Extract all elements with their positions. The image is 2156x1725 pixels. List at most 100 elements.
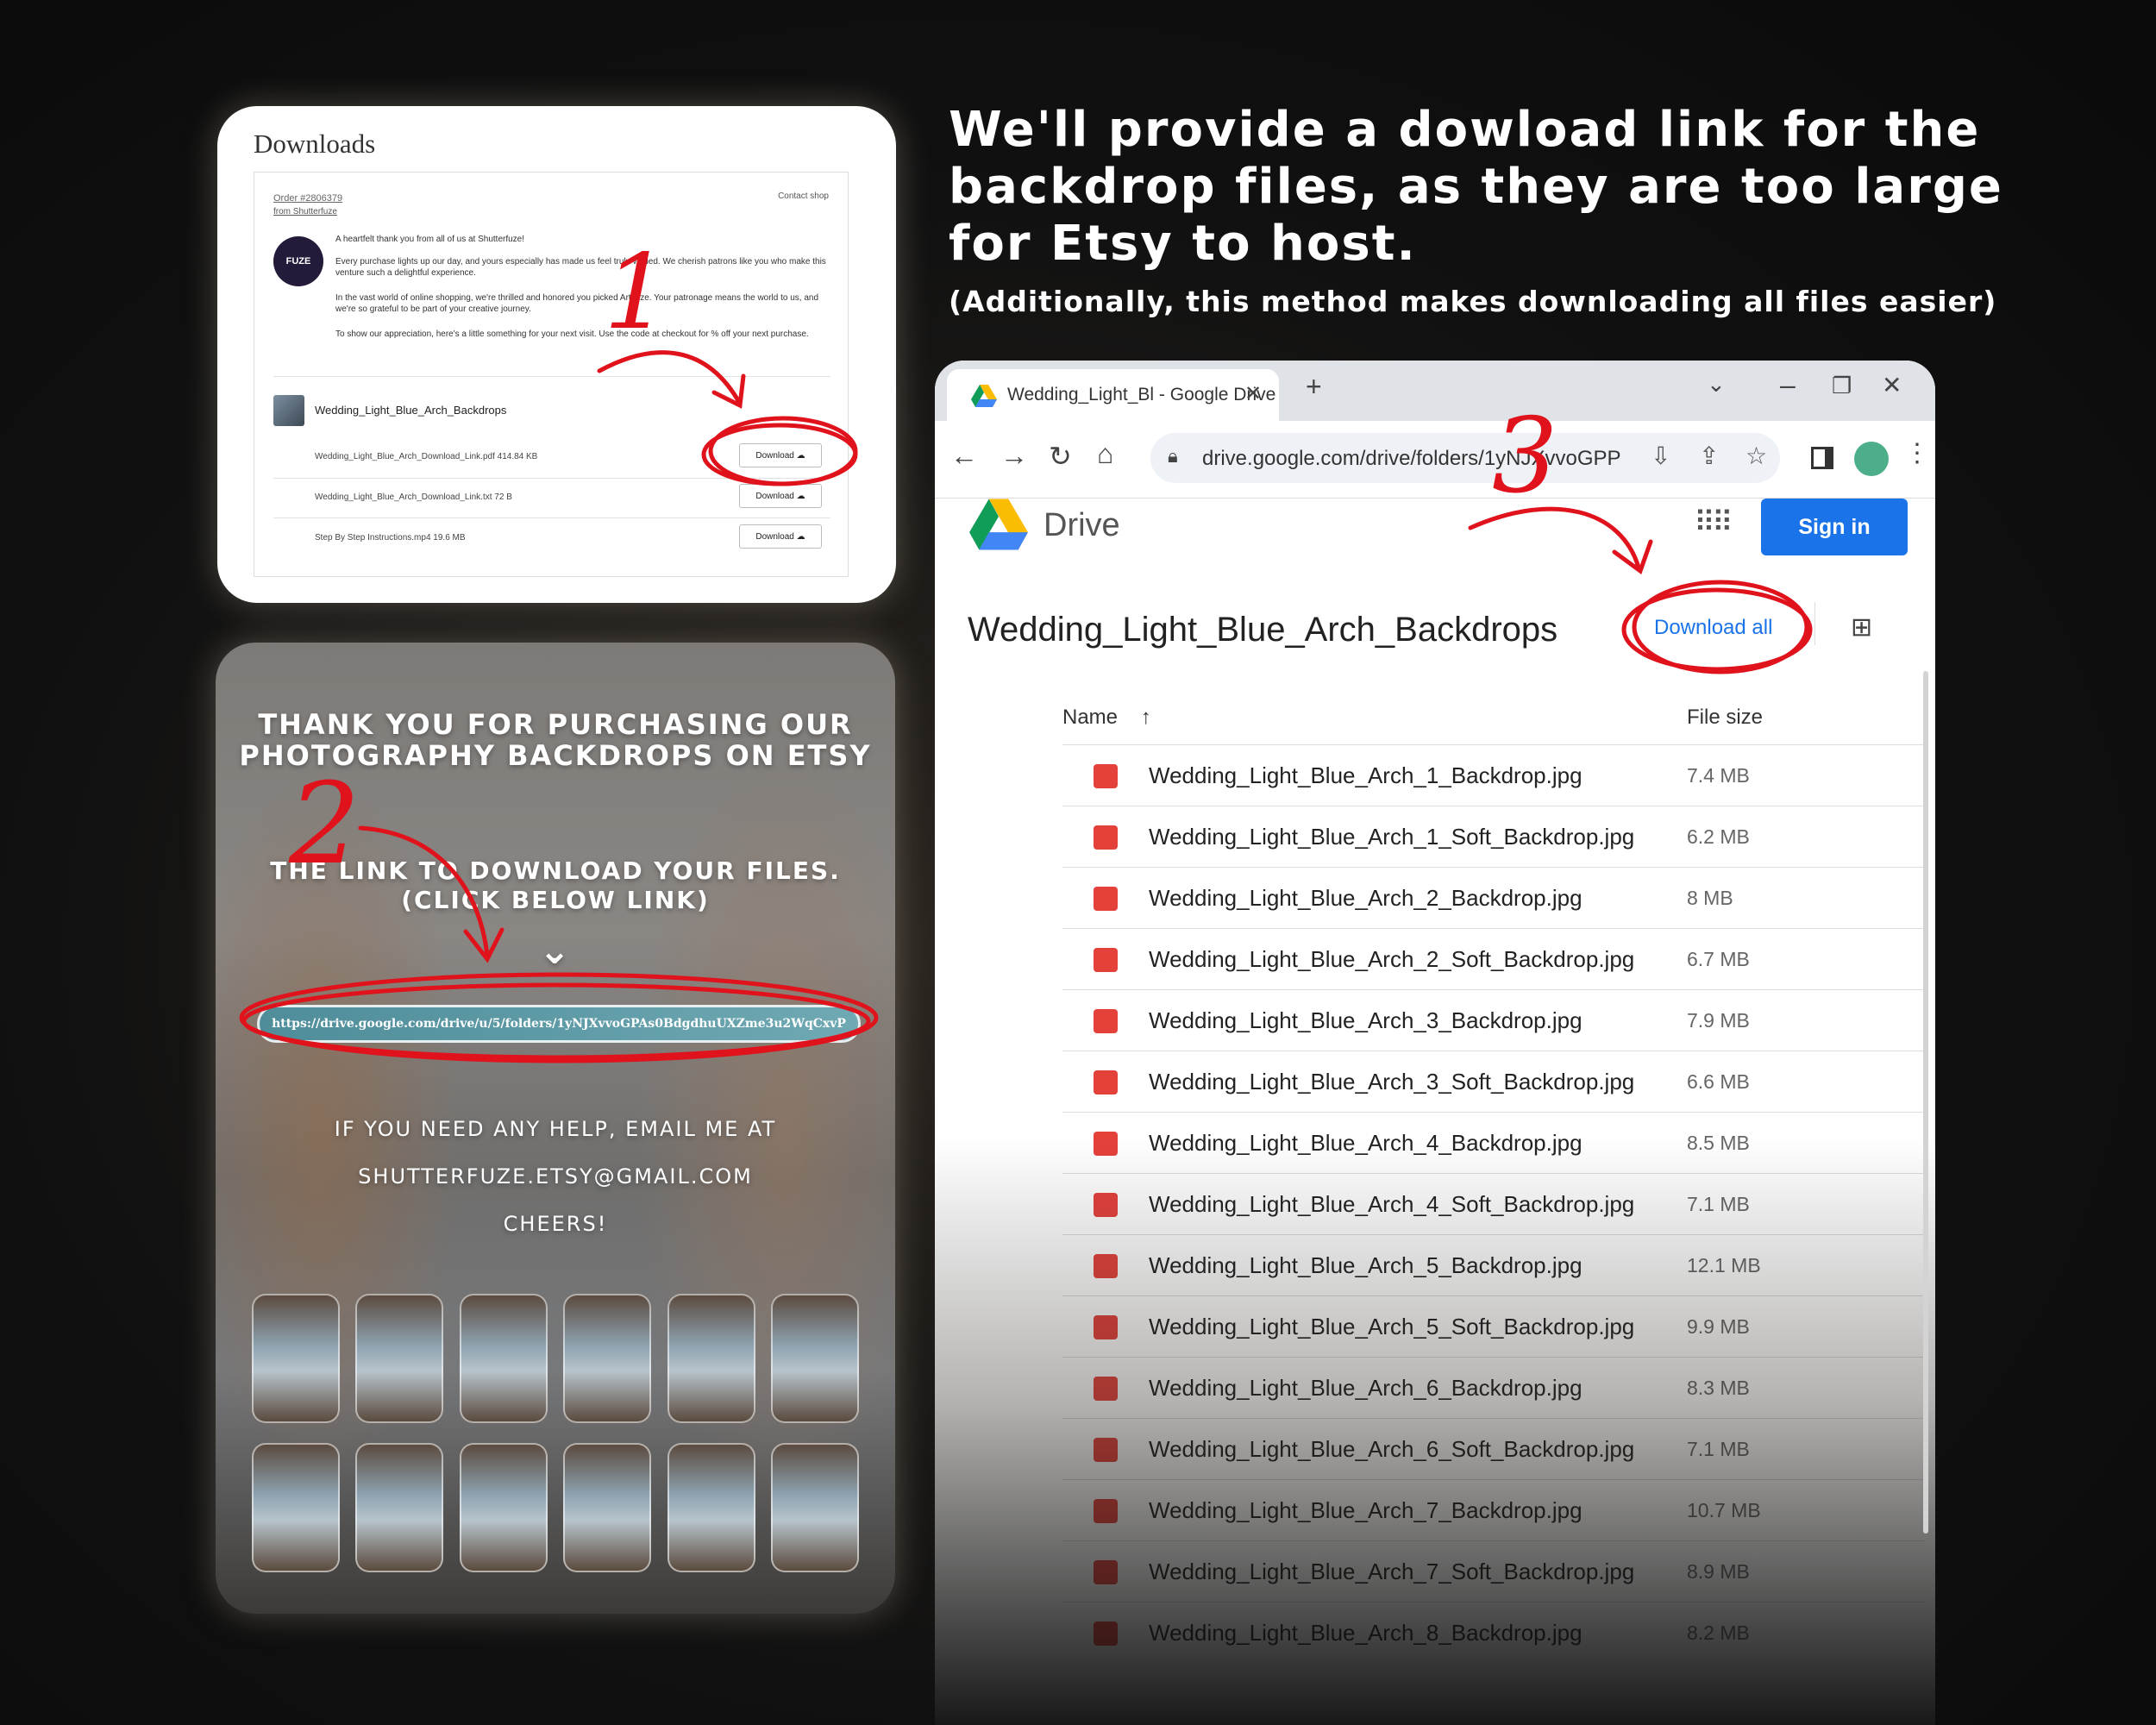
- back-icon[interactable]: ←: [950, 440, 978, 472]
- lock-icon: 🔒︎: [1168, 445, 1178, 467]
- file-size: 7.9 MB: [1687, 1009, 1750, 1032]
- file-size: 8.2 MB: [1687, 1622, 1750, 1644]
- file-name: Wedding_Light_Blue_Arch_Download_Link.pd…: [315, 452, 538, 461]
- chevron-down-icon[interactable]: ⌄: [1707, 371, 1726, 398]
- backdrop-preview: [355, 1294, 444, 1423]
- close-tab-icon[interactable]: ✕: [1244, 381, 1262, 406]
- home-icon[interactable]: ⌂: [1097, 438, 1113, 470]
- file-row[interactable]: Wedding_Light_Blue_Arch_3_Soft_Backdrop.…: [1062, 1051, 1925, 1111]
- file-row[interactable]: Wedding_Light_Blue_Arch_6_Soft_Backdrop.…: [1062, 1418, 1925, 1478]
- star-icon[interactable]: ☆: [1745, 442, 1767, 470]
- apps-grid-icon[interactable]: ⠿⠿: [1694, 505, 1733, 540]
- side-panel-icon[interactable]: [1811, 447, 1833, 469]
- file-size: 6.2 MB: [1687, 825, 1750, 848]
- file-row[interactable]: Wedding_Light_Blue_Arch_6_Backdrop.jpg 8.…: [1062, 1357, 1925, 1417]
- image-file-icon: [1094, 887, 1118, 911]
- thanks-line-1: THANK YOU FOR PURCHASING OUR: [258, 708, 853, 741]
- file-row[interactable]: Wedding_Light_Blue_Arch_1_Backdrop.jpg 7.…: [1062, 744, 1925, 805]
- image-file-icon: [1094, 1560, 1118, 1584]
- downloads-title: Downloads: [254, 129, 376, 159]
- sort-arrow-up-icon[interactable]: ↑: [1141, 706, 1151, 729]
- cloud-download-icon: ☁: [796, 531, 805, 542]
- message-line: Every purchase lights up our day, and yo…: [335, 257, 826, 278]
- grid-view-icon[interactable]: ⊞: [1851, 612, 1872, 643]
- from-shop-link[interactable]: from Shutterfuze: [273, 207, 337, 216]
- tab-title: Wedding_Light_Bl - Google Drive: [1007, 385, 1276, 405]
- contact-shop-link[interactable]: Contact shop: [778, 191, 829, 201]
- download-label: Download: [755, 491, 794, 501]
- file-row[interactable]: Wedding_Light_Blue_Arch_5_Soft_Backdrop.…: [1062, 1295, 1925, 1356]
- name-column-header[interactable]: Name ↑: [1062, 706, 1151, 730]
- file-name: Step By Step Instructions.mp4 19.6 MB: [315, 533, 466, 543]
- image-file-icon: [1094, 764, 1118, 788]
- link-subtitle: (CLICK BELOW LINK): [401, 886, 710, 914]
- thanks-line-2: PHOTOGRAPHY BACKDROPS ON ETSY: [239, 739, 872, 772]
- restore-icon[interactable]: ❐: [1832, 373, 1852, 399]
- download-button[interactable]: Download ☁: [739, 443, 822, 467]
- file-row[interactable]: Wedding_Light_Blue_Arch_7_Soft_Backdrop.…: [1062, 1540, 1925, 1601]
- headline: We'll provide a dowload link for the bac…: [949, 102, 2003, 272]
- file-size: 6.6 MB: [1687, 1070, 1750, 1093]
- install-icon[interactable]: ⇩: [1651, 442, 1670, 470]
- menu-icon[interactable]: ⋮: [1904, 438, 1930, 468]
- address-url: drive.google.com/drive/folders/1yNJXvvoG…: [1202, 447, 1621, 470]
- cloud-download-icon: ☁: [796, 450, 805, 461]
- file-size: 8.9 MB: [1687, 1560, 1750, 1583]
- sign-in-button[interactable]: Sign in: [1761, 499, 1908, 555]
- close-window-icon[interactable]: ✕: [1882, 371, 1902, 399]
- drive-link-button[interactable]: https://drive.google.com/drive/u/5/folde…: [257, 1005, 861, 1043]
- backdrop-preview: [770, 1294, 859, 1423]
- file-row[interactable]: Wedding_Light_Blue_Arch_4_Backdrop.jpg 8.…: [1062, 1112, 1925, 1172]
- new-tab-icon[interactable]: +: [1306, 371, 1322, 403]
- file-name: Wedding_Light_Blue_Arch_7_Backdrop.jpg: [1149, 1497, 1583, 1523]
- file-row[interactable]: Wedding_Light_Blue_Arch_2_Soft_Backdrop.…: [1062, 928, 1925, 988]
- cloud-download-icon: ☁: [796, 491, 805, 501]
- subheadline: (Additionally, this method makes downloa…: [949, 285, 1997, 318]
- shop-avatar: FUZE: [273, 236, 323, 286]
- file-name: Wedding_Light_Blue_Arch_8_Backdrop.jpg: [1149, 1620, 1583, 1646]
- image-file-icon: [1094, 948, 1118, 972]
- thank-you-card: THANK YOU FOR PURCHASING OUR PHOTOGRAPHY…: [216, 643, 895, 1614]
- image-file-icon: [1094, 1193, 1118, 1217]
- file-row[interactable]: Wedding_Light_Blue_Arch_5_Backdrop.jpg 12…: [1062, 1234, 1925, 1295]
- file-row[interactable]: Wedding_Light_Blue_Arch_2_Backdrop.jpg 8 …: [1062, 867, 1925, 927]
- backdrop-preview: [667, 1443, 755, 1572]
- download-button[interactable]: Download ☁: [739, 524, 822, 549]
- file-row[interactable]: Wedding_Light_Blue_Arch_1_Soft_Backdrop.…: [1062, 806, 1925, 866]
- tab-strip: Wedding_Light_Bl - Google Drive ✕ + ⌄ – …: [935, 361, 1935, 421]
- address-bar[interactable]: 🔒︎ drive.google.com/drive/folders/1yNJXv…: [1150, 433, 1780, 483]
- forward-icon[interactable]: →: [1000, 440, 1028, 472]
- profile-avatar[interactable]: [1854, 442, 1889, 476]
- link-title: THE LINK TO DOWNLOAD YOUR FILES.: [270, 856, 841, 885]
- file-row[interactable]: Wedding_Light_Blue_Arch_8_Backdrop.jpg 8.…: [1062, 1602, 1925, 1662]
- image-file-icon: [1094, 1315, 1118, 1339]
- file-name: Wedding_Light_Blue_Arch_2_Soft_Backdrop.…: [1149, 946, 1635, 972]
- image-file-icon: [1094, 1438, 1118, 1462]
- file-size-column-header: File size: [1687, 706, 1764, 729]
- file-size: 6.7 MB: [1687, 948, 1750, 970]
- file-row[interactable]: Wedding_Light_Blue_Arch_3_Backdrop.jpg 7.…: [1062, 989, 1925, 1050]
- file-name: Wedding_Light_Blue_Arch_Download_Link.tx…: [315, 492, 512, 502]
- share-icon[interactable]: ⇪: [1699, 442, 1719, 470]
- file-name: Wedding_Light_Blue_Arch_5_Backdrop.jpg: [1149, 1252, 1583, 1278]
- backdrop-preview: [563, 1443, 652, 1572]
- preview-row: [252, 1294, 859, 1423]
- file-row[interactable]: Wedding_Light_Blue_Arch_4_Soft_Backdrop.…: [1062, 1173, 1925, 1233]
- backdrop-preview: [667, 1294, 755, 1423]
- file-row[interactable]: Wedding_Light_Blue_Arch_7_Backdrop.jpg 10…: [1062, 1479, 1925, 1540]
- reload-icon[interactable]: ↻: [1049, 440, 1072, 473]
- order-link[interactable]: Order #2806379: [273, 193, 342, 204]
- scrollbar[interactable]: [1923, 671, 1928, 1534]
- download-button[interactable]: Download ☁: [739, 484, 822, 508]
- help-email[interactable]: SHUTTERFUZE.ETSY@GMAIL.COM: [216, 1164, 895, 1189]
- message-line: In the vast world of online shopping, we…: [335, 293, 819, 314]
- backdrop-preview: [459, 1443, 548, 1572]
- file-size: 12.1 MB: [1687, 1254, 1761, 1276]
- browser-tab[interactable]: Wedding_Light_Bl - Google Drive ✕: [947, 369, 1279, 421]
- help-text: IF YOU NEED ANY HELP, EMAIL ME AT: [334, 1117, 777, 1141]
- order-card: Order #2806379 from Shutterfuze Contact …: [254, 172, 849, 577]
- minimize-icon[interactable]: –: [1780, 369, 1796, 401]
- download-all-button[interactable]: Download all: [1654, 616, 1772, 640]
- divider: [273, 478, 830, 479]
- image-file-icon: [1094, 1070, 1118, 1095]
